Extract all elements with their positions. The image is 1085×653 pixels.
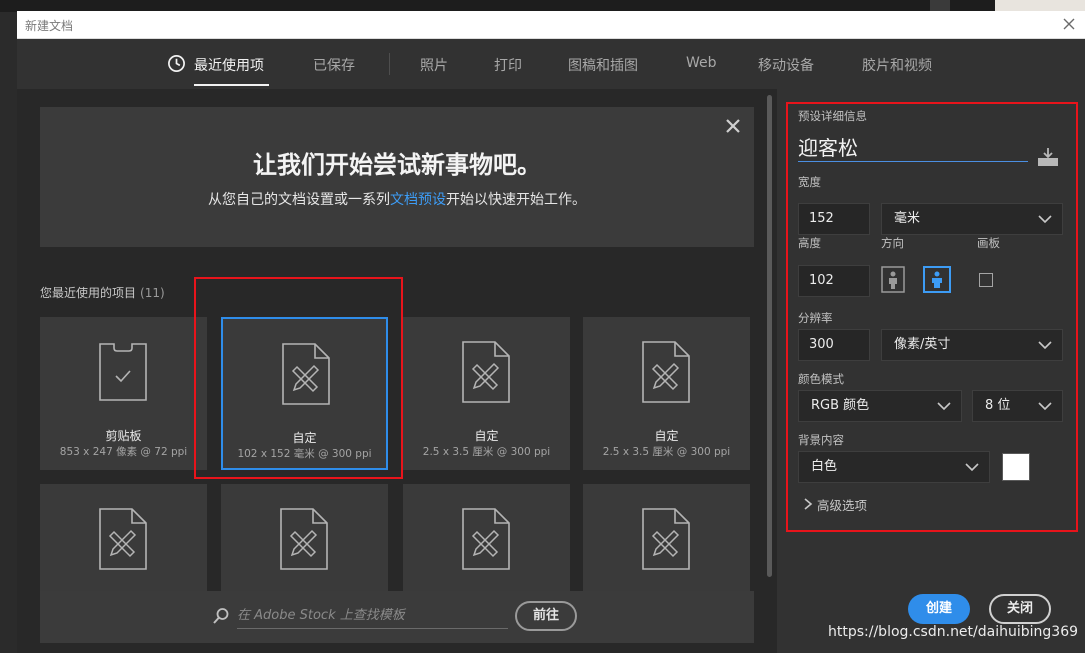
close-icon[interactable] [723,116,743,136]
banner-sub-before: 从您自己的文档设置或一系列 [208,192,390,208]
close-button[interactable]: 关闭 [989,594,1051,624]
banner-headline: 让我们开始尝试新事物吧。 [253,151,541,179]
tab-photo[interactable]: 照片 [420,55,448,75]
background-contents-label: 背景内容 [798,433,844,447]
welcome-banner: 让我们开始尝试新事物吧。 从您自己的文档设置或一系列文档预设开始以快速开始工作。 [40,107,754,247]
color-mode-label: 颜色模式 [798,372,844,386]
new-document-dialog: 新建文档 最近使用项 已保存 照片 打印 图稿和插图 Web 移动设备 胶片和视… [17,11,1085,653]
go-button[interactable]: 前往 [515,601,577,631]
preset-details-label: 预设详细信息 [798,109,867,123]
document-presets-link[interactable]: 文档预设 [390,192,446,208]
height-label: 高度 [798,236,821,250]
width-label: 宽度 [798,175,821,189]
document-icon [280,508,328,570]
document-icon [462,508,510,570]
create-button[interactable]: 创建 [908,594,970,624]
chevron-down-icon [937,402,951,411]
height-field[interactable]: 102 [798,265,870,297]
landscape-orientation-icon[interactable] [923,266,951,293]
tab-print[interactable]: 打印 [494,55,522,75]
active-tab-indicator [194,84,269,86]
chevron-down-icon [1038,402,1052,411]
tab-web[interactable]: Web [686,55,717,71]
unit-select-value: 毫米 [894,211,921,226]
portrait-orientation-icon[interactable] [881,266,905,293]
orientation-label: 方向 [881,236,904,250]
dialog-title: 新建文档 [25,19,74,33]
recent-item-meta: 853 x 247 像素 @ 72 ppi [59,446,188,458]
recent-item-card[interactable]: 自定 2.5 x 3.5 厘米 @ 300 ppi [403,317,570,470]
dialog-titlebar: 新建文档 [17,11,1085,39]
recent-items-count: (11) [140,286,165,300]
recent-item-meta: 102 x 152 毫米 @ 300 ppi [237,448,372,460]
bit-depth-value: 8 位 [985,398,1011,413]
document-icon [642,508,690,570]
recent-items-label: 您最近使用的项目 [40,286,137,300]
advanced-options-label: 高级选项 [817,498,868,513]
recent-item-name: 自定 [654,429,679,443]
resolution-unit-select[interactable]: 像素/英寸 [881,329,1063,361]
resolution-label: 分辨率 [798,311,833,325]
tab-art-illustration[interactable]: 图稿和插图 [568,55,638,75]
resolution-field[interactable]: 300 [798,329,870,361]
recent-item-card[interactable] [221,484,388,592]
watermark-text: https://blog.csdn.net/daihuibing369 [828,624,1079,640]
document-icon [282,343,330,405]
recent-item-name: 自定 [292,431,317,445]
recent-item-card[interactable] [583,484,750,592]
save-preset-icon[interactable] [1037,147,1059,167]
background-contents-select[interactable]: 白色 [798,451,990,483]
color-mode-value: RGB 颜色 [811,398,870,413]
recent-item-card[interactable] [403,484,570,592]
advanced-options-toggle[interactable]: 高级选项 [803,495,867,514]
resolution-unit-value: 像素/英寸 [894,337,951,352]
recent-item-card-selected[interactable]: 自定 102 x 152 毫米 @ 300 ppi [221,317,388,470]
recent-item-meta: 2.5 x 3.5 厘米 @ 300 ppi [602,446,731,458]
background-color-swatch[interactable] [1002,453,1030,481]
close-icon[interactable] [1059,14,1079,34]
tab-saved[interactable]: 已保存 [313,55,355,75]
preset-category-tabs: 最近使用项 已保存 照片 打印 图稿和插图 Web 移动设备 胶片和视频 [17,39,1085,89]
recent-panel: 让我们开始尝试新事物吧。 从您自己的文档设置或一系列文档预设开始以快速开始工作。… [17,89,777,653]
recent-item-card[interactable] [40,484,207,592]
banner-sub-after: 开始以快速开始工作。 [446,192,586,208]
recent-item-card[interactable]: 自定 2.5 x 3.5 厘米 @ 300 ppi [583,317,750,470]
banner-subline: 从您自己的文档设置或一系列文档预设开始以快速开始工作。 [40,189,754,209]
search-icon [213,608,229,624]
recent-item-name: 剪贴板 [105,429,142,443]
width-field[interactable]: 152 [798,203,870,235]
color-mode-select[interactable]: RGB 颜色 [798,390,962,422]
adobe-stock-search-bar: 前往 [40,591,754,643]
chevron-down-icon [1038,341,1052,350]
document-icon [99,508,147,570]
preset-details-panel: 预设详细信息 宽度 152 毫米 高度 方向 画板 102 分辨率 300 [777,89,1085,653]
clipboard-icon [99,343,147,401]
chevron-down-icon [965,463,979,472]
artboard-checkbox[interactable] [979,273,993,287]
tab-divider [389,53,390,75]
background-contents-value: 白色 [811,459,838,474]
stock-search-input[interactable] [237,603,508,629]
chevron-down-icon [1038,215,1052,224]
chevron-right-icon [804,498,813,510]
recent-item-meta: 2.5 x 3.5 厘米 @ 300 ppi [422,446,551,458]
document-icon [642,341,690,403]
unit-select[interactable]: 毫米 [881,203,1063,235]
recent-item-name: 自定 [474,429,499,443]
document-icon [462,341,510,403]
tab-recent[interactable]: 最近使用项 [194,55,264,75]
recent-item-card[interactable]: 剪贴板 853 x 247 像素 @ 72 ppi [40,317,207,470]
preset-name-input[interactable] [798,132,1028,162]
bit-depth-select[interactable]: 8 位 [972,390,1063,422]
tab-film-video[interactable]: 胶片和视频 [862,55,932,75]
scrollbar-thumb[interactable] [767,95,772,577]
recent-items-heading: 您最近使用的项目 (11) [40,284,165,301]
tab-mobile[interactable]: 移动设备 [758,55,814,75]
clock-icon [168,55,185,72]
artboard-label: 画板 [977,236,1000,250]
